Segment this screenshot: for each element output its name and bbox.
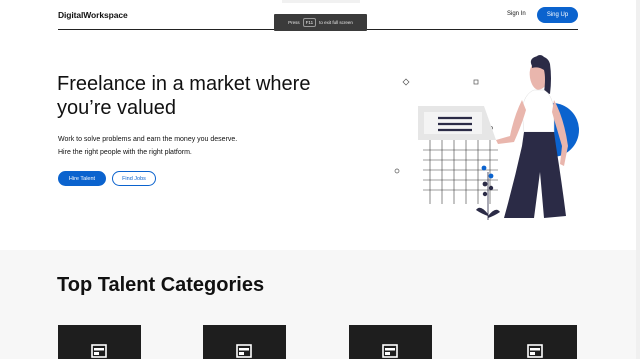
category-card-icon <box>382 344 398 358</box>
sign-in-link[interactable]: Sign In <box>507 11 526 17</box>
fullscreen-notice-prefix: Press <box>288 20 300 25</box>
sign-up-button[interactable]: Sing Up <box>537 7 578 23</box>
hero-illustration <box>394 55 579 220</box>
page-scrollbar[interactable] <box>636 0 640 359</box>
category-card[interactable] <box>494 325 577 359</box>
hero-subtitle-line-2: Hire the right people with the right pla… <box>58 148 192 156</box>
hero-headline: Freelance in a market where you’re value… <box>57 73 311 119</box>
fullscreen-notice-edge <box>282 0 360 3</box>
hero-subtitle-line-1: Work to solve problems and earn the mone… <box>58 136 238 143</box>
category-card[interactable] <box>203 325 286 359</box>
category-card[interactable] <box>58 325 141 359</box>
category-card-icon <box>236 344 252 358</box>
categories-title: Top Talent Categories <box>57 274 265 296</box>
hire-talent-button[interactable]: Hire Talent <box>58 171 106 186</box>
fullscreen-notice: Press F11 to exit full screen <box>274 14 367 31</box>
fullscreen-notice-suffix: to exit full screen <box>319 20 353 25</box>
category-card-icon <box>91 344 107 358</box>
fullscreen-notice-key: F11 <box>302 18 317 27</box>
logo[interactable]: DigitalWorkspace <box>58 10 128 20</box>
hero-subtitle: Work to solve problems and earn the mone… <box>58 134 318 159</box>
category-card-icon <box>527 344 543 358</box>
find-jobs-button[interactable]: Find Jobs <box>112 171 156 186</box>
category-card[interactable] <box>349 325 432 359</box>
